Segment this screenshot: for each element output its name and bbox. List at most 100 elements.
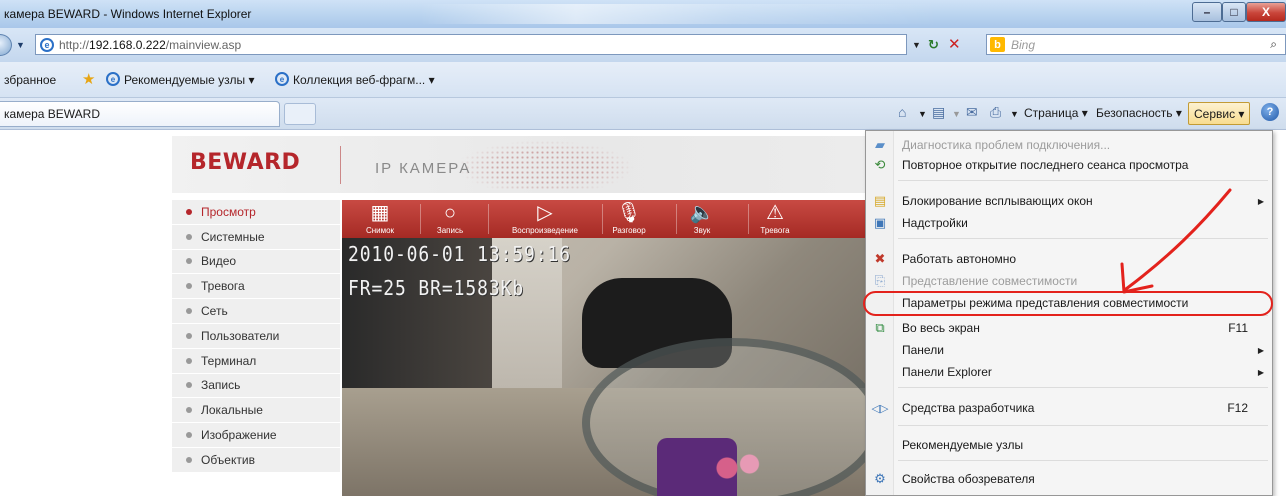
page-menu[interactable]: Страница ▾ <box>1024 106 1088 120</box>
url-input[interactable]: e http://192.168.0.222/mainview.asp <box>35 34 907 55</box>
nav-label: Сеть <box>201 304 228 319</box>
menu-item-recommended-sites[interactable]: Рекомендуемые узлы <box>866 434 1272 456</box>
playback-button[interactable]: ▷ Воспроизведение <box>490 200 600 238</box>
alarm-button[interactable]: ⚠ Тревога <box>750 200 800 238</box>
history-dropdown-icon[interactable]: ▼ <box>16 40 25 50</box>
menu-item-label: Представление совместимости <box>902 274 1078 288</box>
menu-item-fullscreen[interactable]: ⧉ Во весь экран F11 <box>866 317 1272 339</box>
nav-item-network[interactable]: Сеть <box>172 299 340 324</box>
osd-stats: FR=25 BR=1583Kb <box>348 276 525 300</box>
search-input[interactable]: b Bing ⌕ <box>986 34 1286 55</box>
title-glow <box>420 4 940 24</box>
home-icon[interactable]: ⌂ <box>898 104 906 120</box>
osd-timestamp: 2010-06-01 13:59:16 <box>348 242 572 266</box>
menu-item-label: Блокирование всплывающих окон <box>902 194 1093 208</box>
speaker-icon: 🔈 <box>689 202 715 224</box>
tools-menu-button[interactable]: Сервис ▾ <box>1188 102 1251 125</box>
address-bar-row: ▼ e http://192.168.0.222/mainview.asp ▼ … <box>0 28 1286 62</box>
nav-item-local[interactable]: Локальные <box>172 398 340 424</box>
menu-item-developer-tools[interactable]: ◁▷ Средства разработчика F12 <box>866 397 1272 419</box>
stop-icon[interactable]: ✕ <box>948 35 961 53</box>
back-button[interactable] <box>0 34 12 56</box>
internet-options-icon: ⚙ <box>874 471 886 486</box>
new-tab-button[interactable] <box>284 103 316 125</box>
menu-item-label: Панели Explorer <box>902 365 992 379</box>
nav-item-terminal[interactable]: Терминал <box>172 348 340 374</box>
nav-item-users[interactable]: Пользователи <box>172 323 340 349</box>
safety-menu[interactable]: Безопасность ▾ <box>1096 106 1182 120</box>
tab-camera[interactable]: камера BEWARD <box>0 101 280 127</box>
home-dropdown-icon[interactable]: ▼ <box>918 109 927 119</box>
nav-item-image[interactable]: Изображение <box>172 423 340 448</box>
camera-nav-menu: Просмотр Системные Видео Тревога Сеть По… <box>172 200 340 473</box>
menu-item-label: Повторное открытие последнего сеанса про… <box>902 158 1189 172</box>
title-bar: камера BEWARD - Windows Internet Explore… <box>0 0 1286 28</box>
annotation-arrow-icon <box>1120 188 1232 294</box>
alarm-label: Тревога <box>760 226 790 235</box>
mail-icon[interactable]: ✉ <box>966 104 978 121</box>
favorites-button[interactable]: збранное <box>4 73 56 87</box>
ie-recommended-icon: e <box>106 72 120 86</box>
bing-icon: b <box>990 37 1005 52</box>
bullet-icon <box>186 308 192 315</box>
toolbar-separator <box>488 204 489 234</box>
menu-item-internet-options[interactable]: ⚙ Свойства обозревателя <box>866 468 1272 490</box>
ie-gallery-icon: e <box>275 72 289 86</box>
nav-item-alarm[interactable]: Тревога <box>172 274 340 300</box>
ie-page-icon: e <box>40 37 54 52</box>
play-icon: ▷ <box>537 202 553 224</box>
menu-item-reopen-session[interactable]: ⟲ Повторное открытие последнего сеанса п… <box>866 154 1272 176</box>
menu-separator <box>898 180 1268 181</box>
compat-view-icon: ⎘ <box>874 273 886 288</box>
reopen-session-icon: ⟲ <box>874 157 886 172</box>
popup-blocker-icon: ▤ <box>873 193 887 208</box>
minimize-button[interactable]: – <box>1192 2 1222 22</box>
camera-video-feed[interactable]: 2010-06-01 13:59:16 FR=25 BR=1583Kb <box>342 238 872 496</box>
feeds-dropdown-icon[interactable]: ▼ <box>952 109 961 119</box>
feeds-icon[interactable]: ▤ <box>932 104 945 121</box>
menu-item-toolbars[interactable]: Панели ▶ <box>866 339 1272 361</box>
refresh-icon[interactable]: ↻ <box>928 37 939 53</box>
toolbar-separator <box>748 204 749 234</box>
address-dropdown-icon[interactable]: ▼ <box>912 40 921 50</box>
print-dropdown-icon[interactable]: ▼ <box>1010 109 1019 119</box>
menu-item-label: Панели <box>902 343 944 357</box>
camera-toolbar: ▦ Снимок ○ Запись ▷ Воспроизведение 🎙 Ра… <box>342 200 872 238</box>
help-icon[interactable]: ? <box>1261 103 1279 121</box>
add-favorite-star-icon[interactable]: ★ <box>82 70 95 88</box>
submenu-arrow-icon: ▶ <box>1257 345 1264 355</box>
diagnostics-icon: ▰ <box>875 137 885 152</box>
talk-button[interactable]: 🎙 Разговор <box>604 200 654 238</box>
toolbar-separator <box>420 204 421 234</box>
menu-item-diagnose[interactable]: ▰ Диагностика проблем подключения... <box>866 134 1272 156</box>
talk-label: Разговор <box>612 226 646 235</box>
menu-item-explorer-bars[interactable]: Панели Explorer ▶ <box>866 361 1272 383</box>
close-button[interactable]: X <box>1246 2 1286 22</box>
sound-label: Звук <box>693 226 711 235</box>
favorites-bar: збранное ★ e Рекомендуемые узлы ▾ e Колл… <box>0 62 1286 98</box>
tab-bar: камера BEWARD ⌂ ▼ ▤ ▼ ✉ ⎙ ▼ Страница ▾ Б… <box>0 98 1286 130</box>
print-icon[interactable]: ⎙ <box>990 104 1001 121</box>
nav-item-video[interactable]: Видео <box>172 249 340 275</box>
maximize-button[interactable]: □ <box>1222 2 1246 22</box>
microphone-icon: 🎙 <box>616 202 642 224</box>
nav-label: Системные <box>201 229 265 244</box>
nav-item-view[interactable]: Просмотр <box>172 200 340 225</box>
bullet-icon <box>186 407 192 414</box>
bullet-icon <box>186 208 192 215</box>
nav-item-recording[interactable]: Запись <box>172 373 340 399</box>
nav-label: Терминал <box>201 353 257 368</box>
record-button[interactable]: ○ Запись <box>422 200 478 238</box>
recommended-sites-link[interactable]: Рекомендуемые узлы ▾ <box>124 73 255 87</box>
world-map-decoration <box>455 140 635 190</box>
nav-item-system[interactable]: Системные <box>172 224 340 250</box>
snapshot-button[interactable]: ▦ Снимок <box>356 200 404 238</box>
nav-label: Тревога <box>201 279 245 294</box>
nav-label: Локальные <box>201 403 263 418</box>
menu-item-label: Надстройки <box>902 216 968 230</box>
search-icon[interactable]: ⌕ <box>1270 37 1277 52</box>
sound-button[interactable]: 🔈 Звук <box>678 200 726 238</box>
nav-item-lens[interactable]: Объектив <box>172 447 340 473</box>
menu-item-label: Во весь экран <box>902 321 980 335</box>
web-slice-gallery-link[interactable]: Коллекция веб-фрагм... ▾ <box>293 73 435 87</box>
